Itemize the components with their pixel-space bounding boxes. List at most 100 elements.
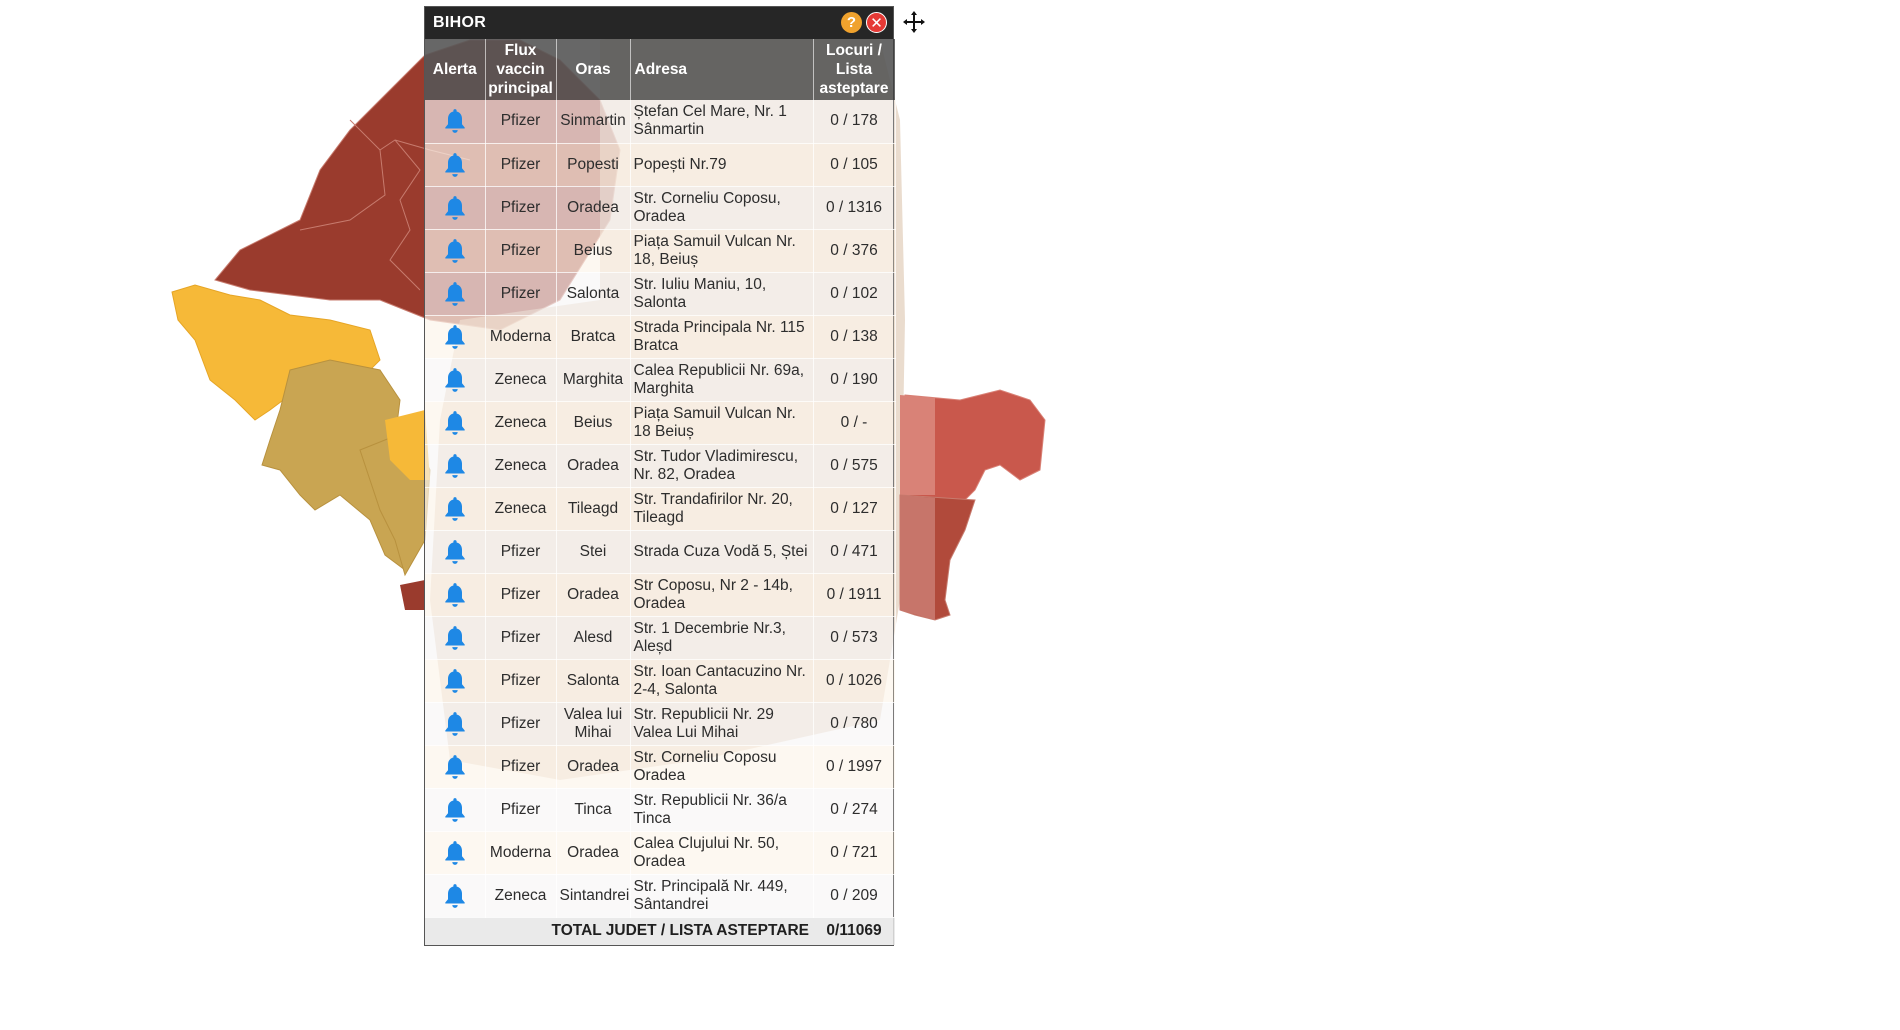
places-cell: 0 / 780 [813,702,896,746]
move-icon[interactable] [902,10,926,34]
romania-county-map [171,15,1046,780]
table-row: Zeneca Marghita Calea Republicii Nr. 69a, … [425,358,896,402]
alert-cell [425,573,486,617]
address-cell: Str. Republicii Nr. 29 Valea Lui Mihai [630,702,814,746]
popup-header[interactable]: BIHOR ? ✕ [425,7,893,39]
bell-icon[interactable] [442,710,468,738]
help-icon[interactable]: ? [841,12,862,33]
table-row: Pfizer Oradea Str Coposu, Nr 2 - 14b, Orad… [425,573,896,617]
vaccine-cell: Pfizer [485,573,557,617]
bell-icon[interactable] [442,495,468,523]
places-cell: 0 / 102 [813,272,896,316]
places-cell: 0 / 1316 [813,186,896,230]
table-row: Zeneca Tileagd Str. Trandafirilor Nr. 20, … [425,487,896,531]
bell-icon[interactable] [442,366,468,394]
vaccine-cell: Moderna [485,315,557,359]
address-cell: Piața Samuil Vulcan Nr. 18, Beiuș [630,229,814,273]
address-cell: Str. 1 Decembrie Nr.3, Aleșd [630,616,814,660]
alert-cell [425,874,486,918]
address-cell: Calea Clujului Nr. 50, Oradea [630,831,814,875]
table-footer-row: TOTAL JUDET / LISTA ASTEPTARE 0/11069 [425,917,895,945]
alert-cell [425,186,486,230]
alert-cell [425,530,486,574]
address-cell: Str. Corneliu Coposu, Oradea [630,186,814,230]
vaccine-cell: Zeneca [485,401,557,445]
alert-cell [425,100,486,144]
vaccine-cell: Pfizer [485,702,557,746]
table-row: Moderna Bratca Strada Principala Nr. 115 B… [425,315,896,359]
city-cell: Oradea [556,573,631,617]
city-cell: Bratca [556,315,631,359]
address-cell: Str. Tudor Vladimirescu, Nr. 82, Oradea [630,444,814,488]
places-cell: 0 / 721 [813,831,896,875]
vaccine-cell: Pfizer [485,272,557,316]
places-cell: 0 / - [813,401,896,445]
bell-icon[interactable] [442,194,468,222]
column-header-places: Locuri / Lista asteptare [813,39,896,100]
address-cell: Strada Cuza Vodă 5, Ștei [630,530,814,574]
bell-icon[interactable] [442,581,468,609]
alert-cell [425,358,486,402]
bell-icon[interactable] [442,409,468,437]
popup-title: BIHOR [433,14,487,31]
table-row: Zeneca Beius Piața Samuil Vulcan Nr. 18 Be… [425,401,896,445]
vaccine-cell: Moderna [485,831,557,875]
column-header-alert: Alerta [425,39,486,100]
alert-cell [425,229,486,273]
places-cell: 0 / 105 [813,143,896,187]
places-cell: 0 / 127 [813,487,896,531]
alert-cell [425,315,486,359]
city-cell: Sintandrei [556,874,631,918]
column-header-city: Oras [556,39,631,100]
bell-icon[interactable] [442,538,468,566]
bell-icon[interactable] [442,796,468,824]
city-cell: Alesd [556,616,631,660]
bell-icon[interactable] [442,151,468,179]
address-cell: Str. Iuliu Maniu, 10, Salonta [630,272,814,316]
bell-icon[interactable] [442,839,468,867]
table-row: Zeneca Oradea Str. Tudor Vladimirescu, Nr.… [425,444,896,488]
bell-icon[interactable] [442,280,468,308]
bell-icon[interactable] [442,237,468,265]
city-cell: Sinmartin [556,100,631,144]
map-region-southeast-light[interactable] [900,495,935,620]
alert-cell [425,143,486,187]
vaccine-cell: Pfizer [485,186,557,230]
address-cell: Str. Ioan Cantacuzino Nr. 2-4, Salonta [630,659,814,703]
vaccine-cell: Pfizer [485,100,557,144]
table-row: Pfizer Alesd Str. 1 Decembrie Nr.3, Aleșd 0… [425,616,896,660]
bell-icon[interactable] [442,624,468,652]
city-cell: Oradea [556,186,631,230]
places-cell: 0 / 138 [813,315,896,359]
close-icon[interactable]: ✕ [866,12,887,33]
vaccine-cell: Pfizer [485,659,557,703]
alert-cell [425,831,486,875]
alert-cell [425,401,486,445]
address-cell: Popești Nr.79 [630,143,814,187]
map-region-east-light[interactable] [900,395,935,495]
alert-cell [425,487,486,531]
places-cell: 0 / 209 [813,874,896,918]
places-cell: 0 / 1026 [813,659,896,703]
vaccine-cell: Zeneca [485,874,557,918]
map-region-south-red[interactable] [400,580,425,610]
places-cell: 0 / 274 [813,788,896,832]
places-cell: 0 / 178 [813,100,896,144]
table-row: Zeneca Sintandrei Str. Principală Nr. 449,… [425,874,896,918]
bell-icon[interactable] [442,667,468,695]
bell-icon[interactable] [442,753,468,781]
city-cell: Oradea [556,831,631,875]
alert-cell [425,659,486,703]
bell-icon[interactable] [442,452,468,480]
bell-icon[interactable] [442,107,468,135]
column-header-flux: Flux vaccin principal [485,39,557,100]
address-cell: Ștefan Cel Mare, Nr. 1 Sânmartin [630,100,814,144]
alert-cell [425,444,486,488]
city-cell: Stei [556,530,631,574]
city-cell: Tileagd [556,487,631,531]
places-cell: 0 / 1997 [813,745,896,789]
table-row: Pfizer Sinmartin Ștefan Cel Mare, Nr. 1 Sâ… [425,100,896,144]
places-cell: 0 / 190 [813,358,896,402]
bell-icon[interactable] [442,882,468,910]
bell-icon[interactable] [442,323,468,351]
